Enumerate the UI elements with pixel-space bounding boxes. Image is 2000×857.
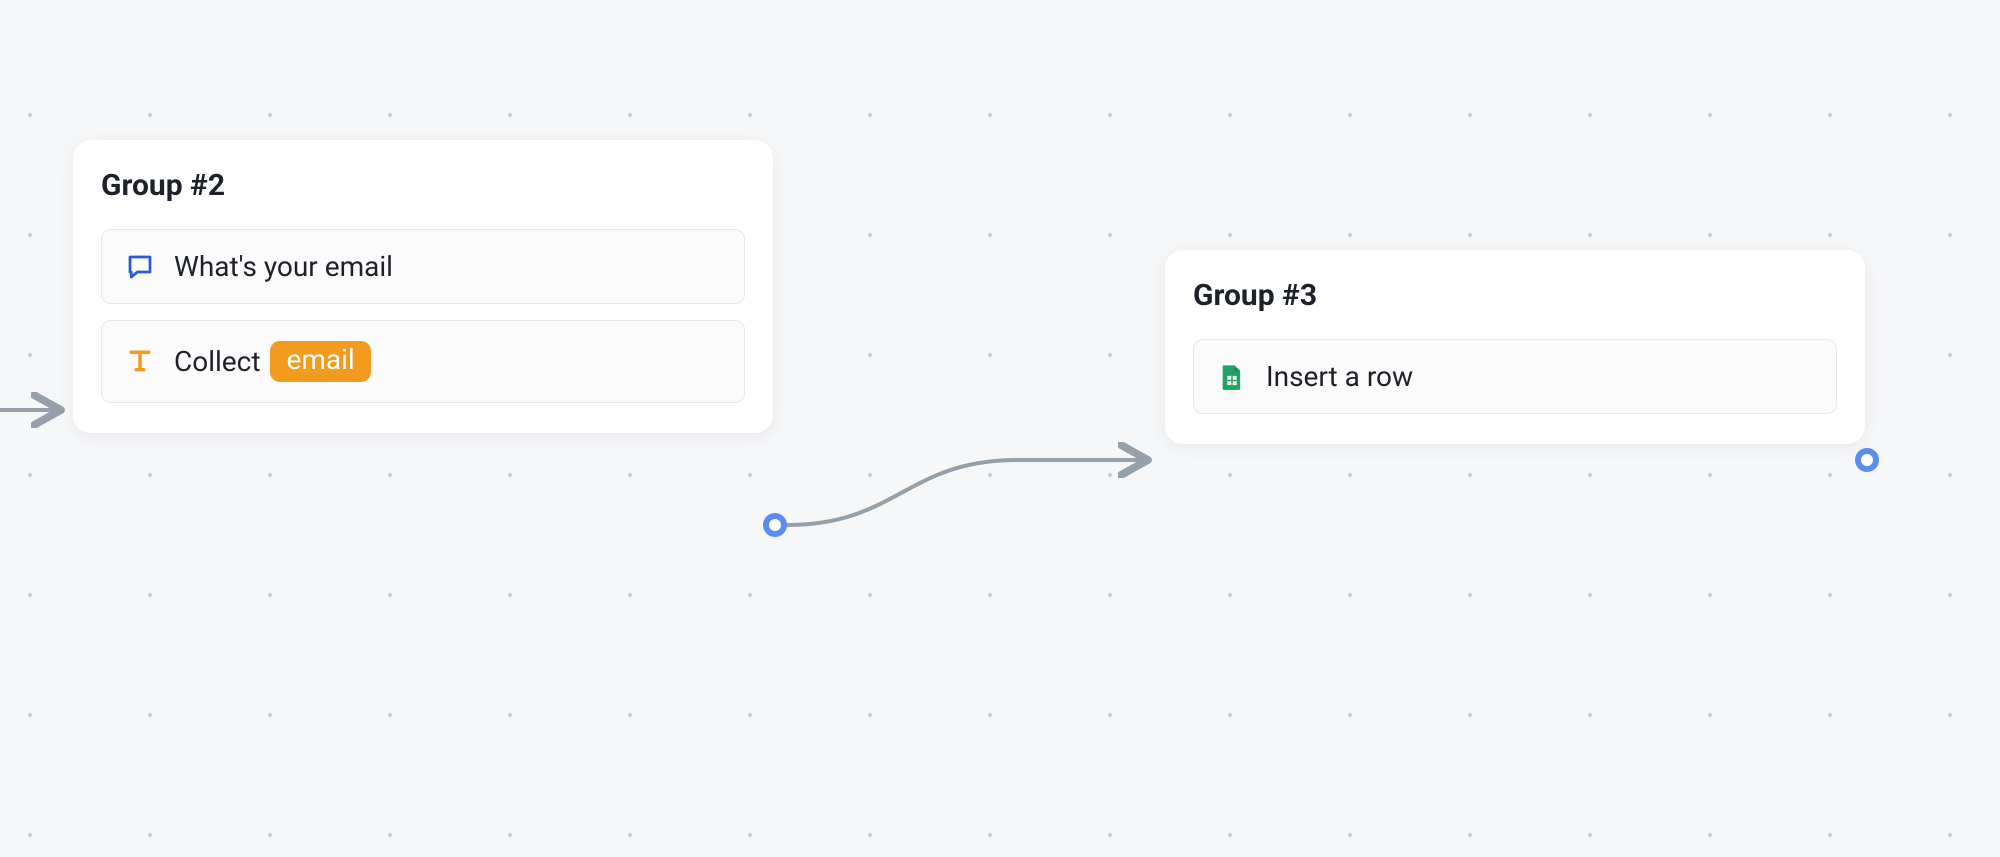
collect-prefix: Collect xyxy=(174,345,260,378)
chat-icon xyxy=(124,251,156,283)
sheets-icon xyxy=(1216,361,1248,393)
flow-canvas[interactable]: Group #2 What's your email Collect email xyxy=(0,0,2000,857)
block-chat-message[interactable]: What's your email xyxy=(101,229,745,304)
block-label: What's your email xyxy=(174,250,393,283)
output-port-g3[interactable] xyxy=(1855,448,1879,472)
block-collect-input[interactable]: Collect email xyxy=(101,320,745,403)
block-label: Insert a row xyxy=(1266,360,1413,393)
block-sheets-insert[interactable]: Insert a row xyxy=(1193,339,1837,414)
node-group-2[interactable]: Group #2 What's your email Collect email xyxy=(73,140,773,433)
variable-tag[interactable]: email xyxy=(270,341,370,382)
output-port-g2[interactable] xyxy=(763,513,787,537)
node-title: Group #3 xyxy=(1193,278,1837,313)
node-title: Group #2 xyxy=(101,168,745,203)
node-group-3[interactable]: Group #3 Insert a row xyxy=(1165,250,1865,444)
block-label: Collect email xyxy=(174,341,371,382)
text-icon xyxy=(124,345,156,377)
